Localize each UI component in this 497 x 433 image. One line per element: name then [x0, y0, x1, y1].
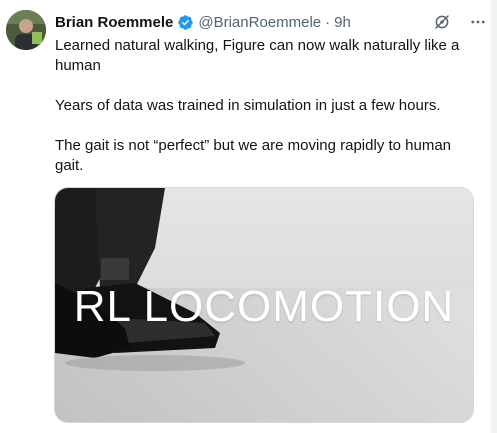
- tweet-media-video[interactable]: RL LOCOMOTION: [54, 187, 474, 423]
- more-icon[interactable]: [469, 13, 487, 31]
- grok-icon[interactable]: [433, 13, 451, 31]
- tweet-paragraph: Years of data was trained in simulation …: [55, 97, 441, 114]
- verified-badge-icon: [177, 14, 194, 31]
- avatar[interactable]: [6, 10, 46, 50]
- author-handle[interactable]: @BrianRoemmele: [198, 14, 321, 31]
- tweet[interactable]: Brian Roemmele @BrianRoemmele · 9h Learn…: [0, 0, 497, 433]
- tweet-header: Brian Roemmele @BrianRoemmele · 9h: [55, 12, 487, 32]
- tweet-paragraph: The gait is not “perfect” but we are mov…: [55, 137, 452, 174]
- tweet-paragraph: Learned natural walking, Figure can now …: [55, 37, 460, 74]
- tweet-text: Learned natural walking, Figure can now …: [55, 36, 480, 196]
- avatar-image: [6, 10, 46, 50]
- header-actions: [433, 12, 487, 32]
- video-overlay-title: RL LOCOMOTION: [73, 282, 455, 331]
- scrollbar-track[interactable]: [491, 0, 497, 433]
- separator-dot: ·: [325, 13, 331, 31]
- author-name[interactable]: Brian Roemmele: [55, 14, 173, 31]
- timestamp[interactable]: 9h: [334, 14, 351, 31]
